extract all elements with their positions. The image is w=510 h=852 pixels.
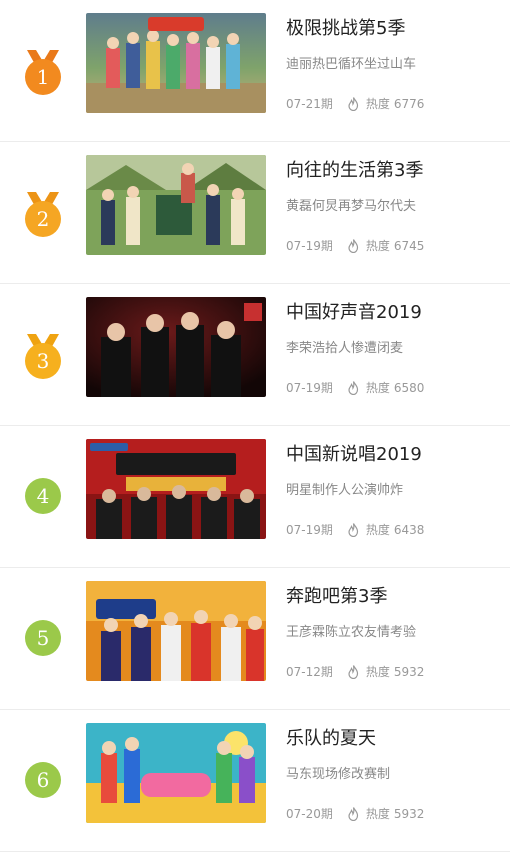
heat-value: 5932: [393, 664, 425, 679]
thumbnail[interactable]: [86, 297, 266, 397]
flame-icon: [348, 380, 358, 395]
heat-value: 5932: [393, 806, 425, 821]
heat-label: 热度: [365, 665, 390, 679]
list-item[interactable]: 2 向往的生活第3季 黄磊何炅再梦马尔代夫 07-19期 热度 6745: [0, 142, 510, 284]
flame-icon: [348, 664, 358, 679]
episode-date: 07-19期: [286, 239, 333, 253]
heat-label: 热度: [365, 381, 390, 395]
heat-label: 热度: [365, 97, 390, 111]
show-title[interactable]: 中国新说唱2019: [286, 440, 422, 466]
episode-date: 07-19期: [286, 523, 333, 537]
heat-value: 6438: [393, 522, 425, 537]
flame-icon: [348, 96, 358, 111]
show-description: 王彦霖陈立农友情考验: [286, 625, 417, 640]
thumbnail[interactable]: [86, 723, 266, 823]
rank-medal-silver: 2: [23, 192, 63, 237]
heat-label: 热度: [365, 807, 390, 821]
rank-number: 2: [25, 201, 61, 237]
meta-row: 07-19期 热度 6580: [286, 379, 424, 396]
show-title[interactable]: 极限挑战第5季: [286, 14, 405, 40]
show-poster-image: [86, 13, 266, 113]
show-title[interactable]: 向往的生活第3季: [286, 156, 423, 182]
show-poster-image: [86, 297, 266, 397]
rank-badge: 6: [23, 760, 63, 804]
episode-date: 07-12期: [286, 665, 333, 679]
rank-medal-bronze: 3: [23, 334, 63, 379]
thumbnail[interactable]: [86, 155, 266, 255]
list-item[interactable]: 4 中国新说唱2019 明星制作人公演帅炸 07-19期 热度 6438: [0, 426, 510, 568]
thumbnail[interactable]: [86, 581, 266, 681]
show-title[interactable]: 中国好声音2019: [286, 298, 422, 324]
heat-value: 6580: [393, 380, 425, 395]
show-poster-image: [86, 723, 266, 823]
ranking-list: 1 极限挑战第5季 迪丽热巴循环坐过山车 07-21期 热度 6776 2 向往…: [0, 0, 510, 852]
heat-label: 热度: [365, 523, 390, 537]
rank-badge: 5: [23, 618, 63, 662]
show-description: 马东现场修改赛制: [286, 767, 391, 782]
flame-icon: [348, 806, 358, 821]
list-item[interactable]: 1 极限挑战第5季 迪丽热巴循环坐过山车 07-21期 热度 6776: [0, 0, 510, 142]
flame-icon: [348, 522, 358, 537]
show-description: 李荣浩拾人惨遭闭麦: [286, 341, 404, 356]
thumbnail[interactable]: [86, 439, 266, 539]
show-title[interactable]: 乐队的夏天: [286, 724, 376, 750]
meta-row: 07-21期 热度 6776: [286, 95, 424, 112]
meta-row: 07-19期 热度 6438: [286, 521, 424, 538]
show-poster-image: [86, 155, 266, 255]
meta-row: 07-19期 热度 6745: [286, 237, 424, 254]
show-poster-image: [86, 581, 266, 681]
heat-value: 6776: [393, 96, 425, 111]
list-item[interactable]: 6 乐队的夏天 马东现场修改赛制 07-20期 热度 5932: [0, 710, 510, 852]
rank-number: 1: [25, 59, 61, 95]
meta-row: 07-20期 热度 5932: [286, 805, 424, 822]
flame-icon: [348, 238, 358, 253]
rank-number: 4: [25, 478, 61, 514]
episode-date: 07-20期: [286, 807, 333, 821]
show-poster-image: [86, 439, 266, 539]
show-description: 迪丽热巴循环坐过山车: [286, 57, 417, 72]
show-description: 明星制作人公演帅炸: [286, 483, 404, 498]
rank-number: 6: [25, 762, 61, 798]
episode-date: 07-19期: [286, 381, 333, 395]
rank-number: 5: [25, 620, 61, 656]
meta-row: 07-12期 热度 5932: [286, 663, 424, 680]
rank-number: 3: [25, 343, 61, 379]
show-title[interactable]: 奔跑吧第3季: [286, 582, 387, 608]
list-item[interactable]: 3 中国好声音2019 李荣浩拾人惨遭闭麦 07-19期 热度 6580: [0, 284, 510, 426]
heat-value: 6745: [393, 238, 425, 253]
thumbnail[interactable]: [86, 13, 266, 113]
list-item[interactable]: 5 奔跑吧第3季 王彦霖陈立农友情考验 07-12期 热度 5932: [0, 568, 510, 710]
rank-badge: 4: [23, 476, 63, 520]
episode-date: 07-21期: [286, 97, 333, 111]
heat-label: 热度: [365, 239, 390, 253]
show-description: 黄磊何炅再梦马尔代夫: [286, 199, 417, 214]
rank-medal-gold: 1: [23, 50, 63, 95]
